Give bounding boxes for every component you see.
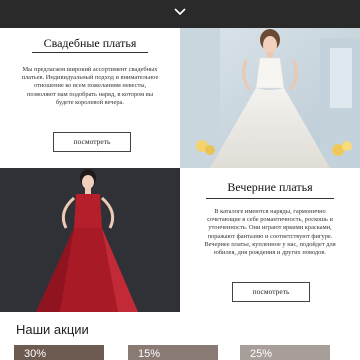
wedding-dress-image xyxy=(180,28,360,168)
evening-description: В каталоге имеются наряды, гармонично со… xyxy=(204,208,336,257)
promo-badge: 30% xyxy=(24,348,47,360)
evening-text-block: Вечерние платья В каталоге имеются наряд… xyxy=(180,168,360,312)
promotions-section: Наши акции 30% 15% 25% xyxy=(0,312,360,360)
wedding-title: Свадебные платья xyxy=(43,36,137,50)
wedding-title-divider xyxy=(32,52,148,53)
promo-badge: 15% xyxy=(138,348,161,360)
wedding-view-button[interactable]: посмотреть xyxy=(53,132,131,152)
evening-dresses-section: Вечерние платья В каталоге имеются наряд… xyxy=(0,168,360,312)
evening-dress-image xyxy=(0,168,180,312)
promo-card[interactable]: 15% xyxy=(128,345,218,360)
chevron-down-icon[interactable] xyxy=(172,6,188,18)
promotions-heading: Наши акции xyxy=(16,322,89,337)
evening-view-button[interactable]: посмотреть xyxy=(232,282,310,302)
promo-badge: 25% xyxy=(250,348,273,360)
top-bar xyxy=(0,0,360,28)
wedding-dresses-section: Свадебные платья Мы предлагаем широкий а… xyxy=(0,28,360,168)
promo-card[interactable]: 25% xyxy=(240,345,330,360)
evening-title-divider xyxy=(206,198,334,199)
wedding-text-block: Свадебные платья Мы предлагаем широкий а… xyxy=(0,28,180,168)
wedding-description: Мы предлагаем широкий ассортимент свадеб… xyxy=(21,66,159,106)
promo-card[interactable]: 30% xyxy=(14,345,104,360)
evening-title: Вечерние платья xyxy=(227,180,313,194)
